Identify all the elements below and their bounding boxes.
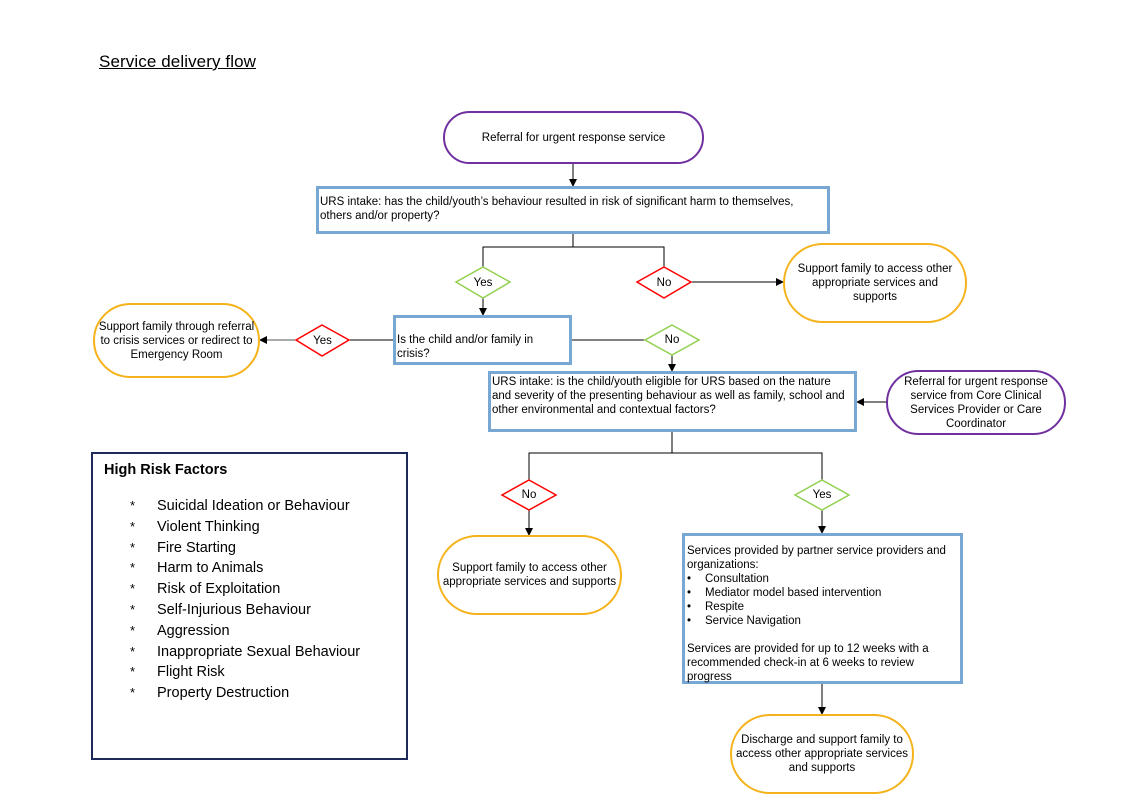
bullet-star-icon: * [130,622,136,638]
crisis-question-node: Is the child and/or family in crisis? [393,315,572,365]
bullet-star-icon: * [130,664,136,680]
risk-factor-item: * Suicidal Ideation or Behaviour [104,496,406,517]
support-crisis-node: Support family through referral to crisi… [93,303,260,378]
services-node: Services provided by partner service pro… [682,533,963,684]
services-list-item: • Respite [687,601,744,613]
bullet-star-icon: * [130,560,136,576]
risk-factor-item: * Risk of Exploitation [104,579,406,600]
decision-crisis-yes-label: Yes [313,334,332,347]
intake-harm-text: URS intake: has the child/youth’s behavi… [320,196,794,222]
intake-eligible-node: URS intake: is the child/youth eligible … [488,371,857,432]
risk-factor-item: * Self-Injurious Behaviour [104,600,406,621]
bullet-star-icon: * [130,601,136,617]
services-list-item: • Service Navigation [687,615,801,627]
bullet-star-icon: * [130,581,136,597]
support-other-bottom-text: Support family to access other appropria… [442,562,617,588]
decision-eligible-yes-label: Yes [812,489,832,501]
risk-factor-item: * Inappropriate Sexual Behaviour [104,642,406,663]
services-list-item: • Consultation [687,573,769,585]
risk-factor-item: * Harm to Animals [104,558,406,579]
referral-core-node: Referral for urgent response service fro… [886,370,1066,435]
intake-eligible-text: URS intake: is the child/youth eligible … [492,376,845,416]
connector-eligible-split [528,452,823,480]
bullet-star-icon: * [130,643,136,659]
referral-start-text: Referral for urgent response service [481,131,666,144]
crisis-question-text: Is the child and/or family in crisis? [397,334,534,360]
bullet-star-icon: * [130,518,136,534]
support-other-top-text: Support family to access other appropria… [797,263,953,303]
high-risk-factors-list: * Suicidal Ideation or Behaviour * Violent… [104,496,406,704]
services-intro: Services provided by partner service pro… [687,545,946,571]
services-list: • Consultation • Mediator model based inte… [687,572,958,628]
decision-harm-yes-label: Yes [473,276,493,289]
risk-factor-item: * Violent Thinking [104,517,406,538]
risk-factor-item: * Aggression [104,621,406,642]
referral-core-text: Referral for urgent response service fro… [904,375,1048,430]
bullet-star-icon: * [130,539,136,555]
bullet-star-icon: * [130,685,136,701]
risk-factor-item: * Fire Starting [104,538,406,559]
services-list-item: • Mediator model based intervention [687,587,882,599]
intake-harm-node: URS intake: has the child/youth’s behavi… [316,186,830,234]
risk-factor-item: * Flight Risk [104,662,406,683]
support-other-bottom-node: Support family to access other appropria… [437,535,622,615]
support-crisis-text: Support family through referral to crisi… [98,320,255,361]
support-other-top-node: Support family to access other appropria… [783,243,967,323]
discharge-text: Discharge and support family to access o… [736,734,908,774]
decision-eligible-no-label: No [521,489,537,501]
decision-crisis-no-label: No [664,334,680,346]
bullet-star-icon: * [130,498,136,513]
risk-factor-item: * Property Destruction [104,683,406,704]
referral-start-node: Referral for urgent response service [443,111,704,164]
services-note: Services are provided for up to 12 weeks… [687,643,929,683]
decision-harm-no-label: No [656,276,672,289]
high-risk-factors-box: High Risk Factors * Suicidal Ideation or … [91,452,408,760]
discharge-node: Discharge and support family to access o… [730,714,914,794]
high-risk-factors-title: High Risk Factors [104,462,228,478]
connector-intake-split [482,246,665,267]
